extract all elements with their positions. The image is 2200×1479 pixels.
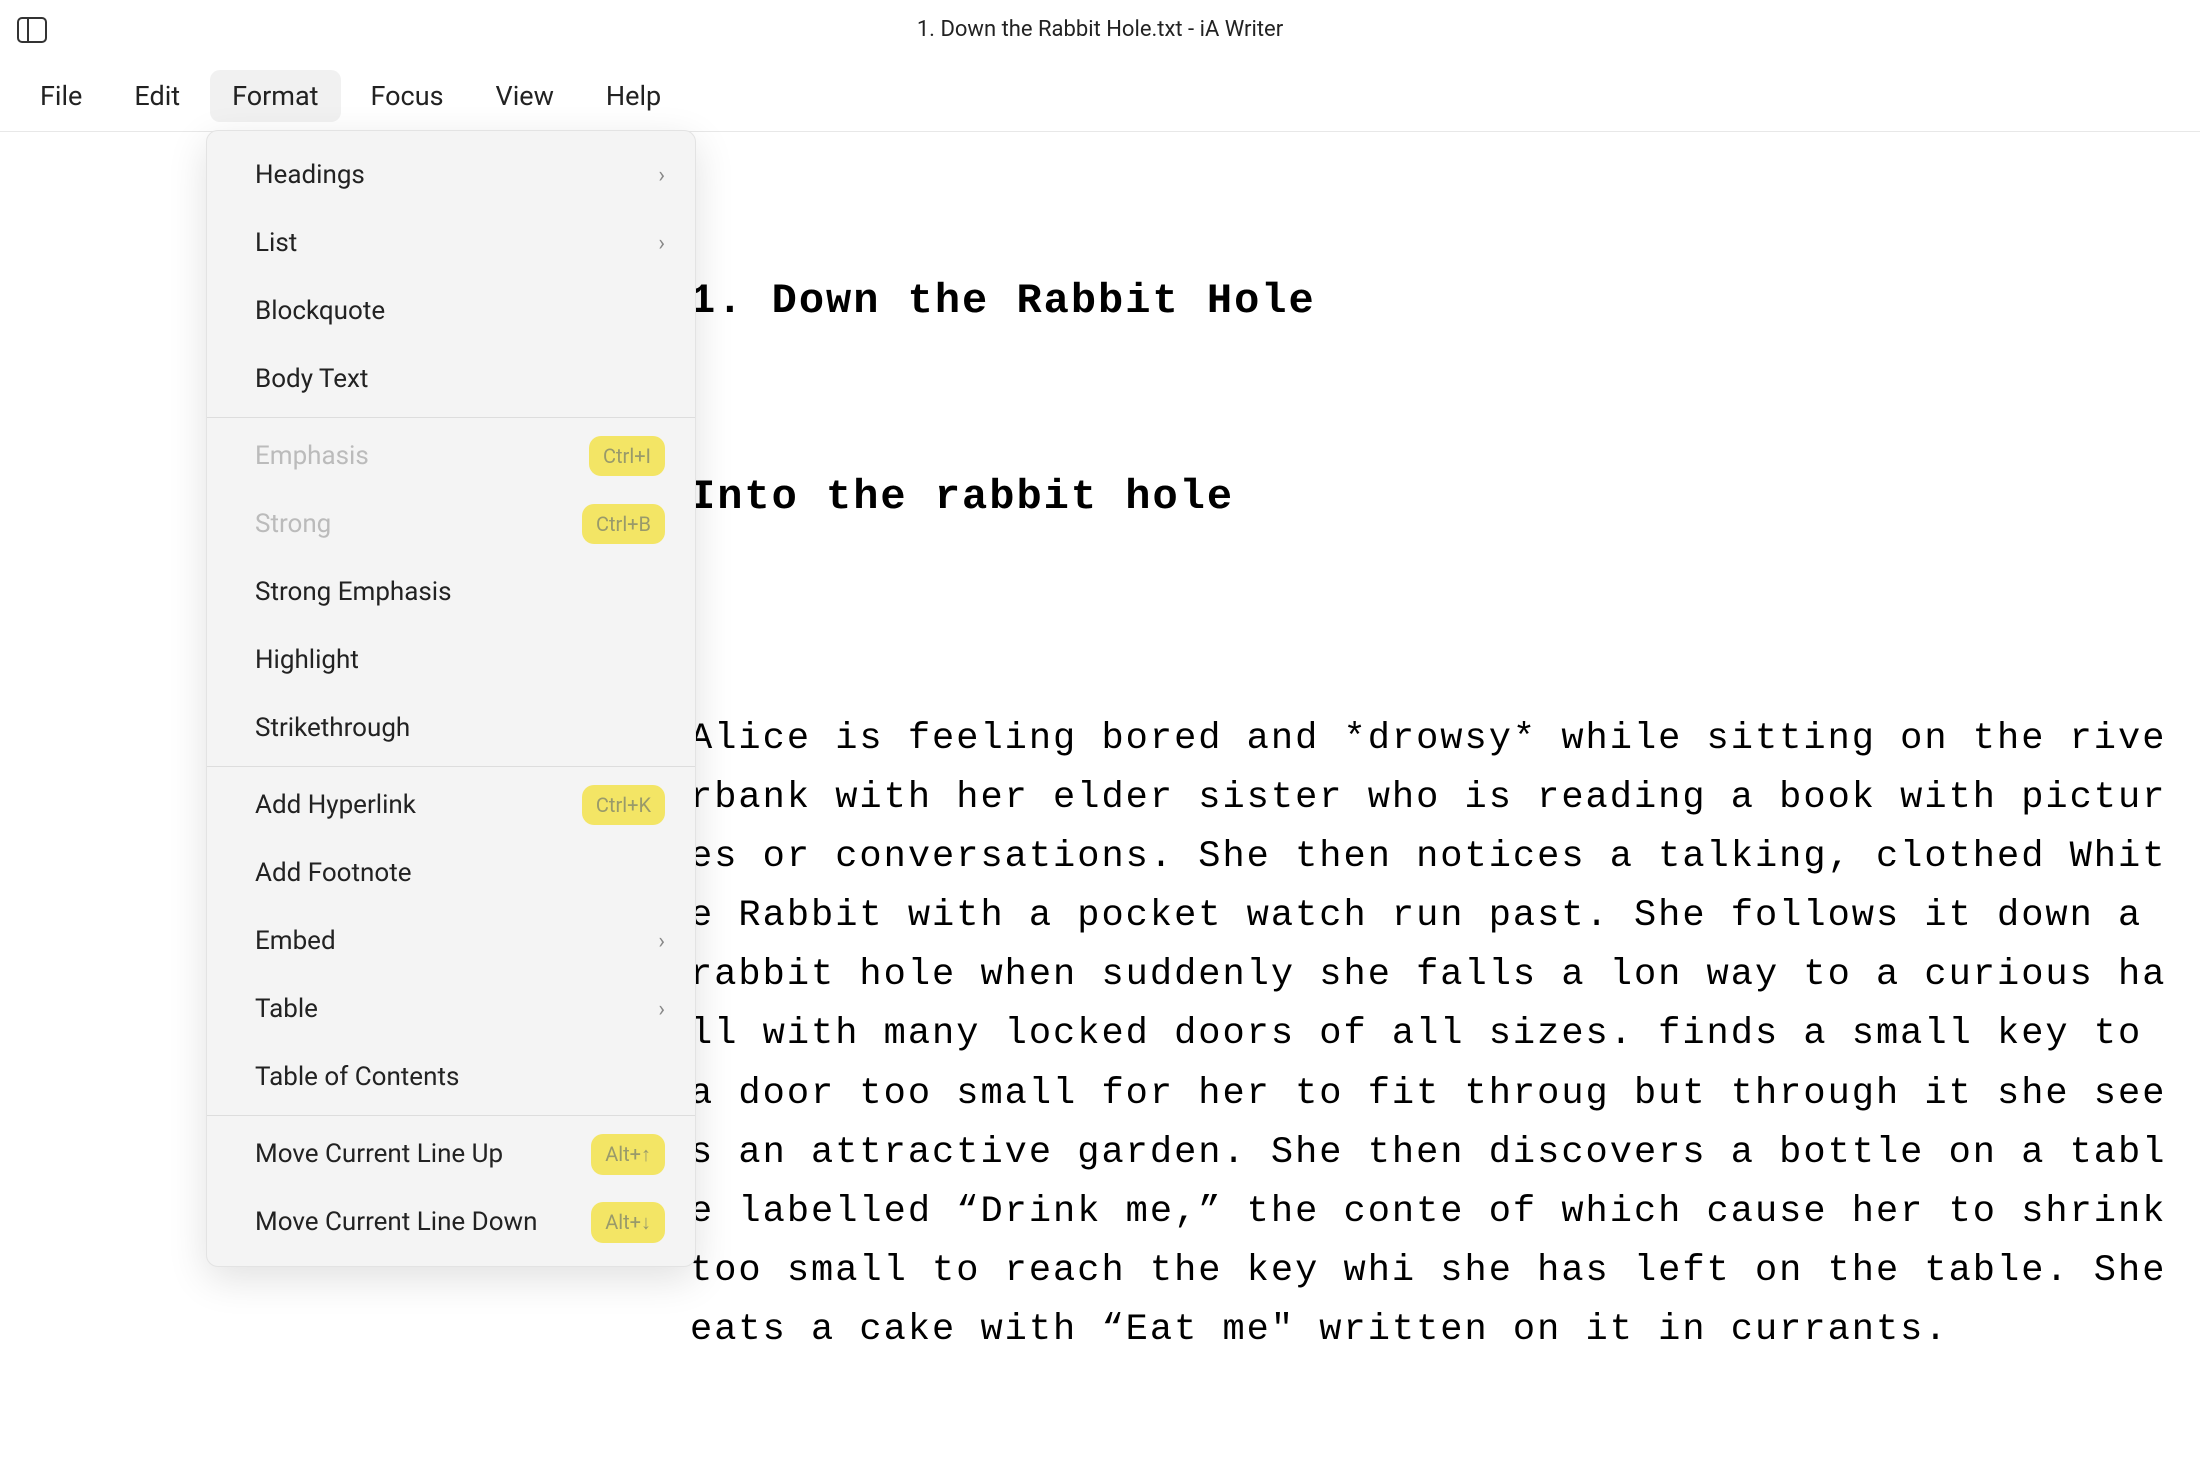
dd-body-text[interactable]: Body Text bbox=[207, 345, 695, 413]
dd-label: Highlight bbox=[255, 645, 359, 675]
menu-help[interactable]: Help bbox=[584, 70, 683, 122]
dd-label: Strikethrough bbox=[255, 713, 410, 743]
dd-label: Strong Emphasis bbox=[255, 577, 452, 607]
document-heading-2: Into the rabbit hole bbox=[690, 464, 2180, 531]
dd-strong[interactable]: Strong Ctrl+B bbox=[207, 490, 695, 558]
sidebar-toggle-button[interactable] bbox=[16, 16, 48, 44]
document-body: Alice is feeling bored and *drowsy* whil… bbox=[690, 710, 2180, 1361]
dd-label: Move Current Line Down bbox=[255, 1207, 537, 1237]
dd-list[interactable]: List › bbox=[207, 209, 695, 277]
menu-format[interactable]: Format bbox=[210, 70, 340, 122]
dd-label: Move Current Line Up bbox=[255, 1139, 503, 1169]
dd-divider bbox=[207, 1115, 695, 1116]
dd-label: Add Footnote bbox=[255, 858, 411, 888]
dd-label: Table of Contents bbox=[255, 1062, 459, 1092]
chevron-right-icon: › bbox=[658, 929, 665, 954]
dd-table-of-contents[interactable]: Table of Contents bbox=[207, 1043, 695, 1111]
menu-focus[interactable]: Focus bbox=[349, 70, 466, 122]
dd-embed[interactable]: Embed › bbox=[207, 907, 695, 975]
chevron-right-icon: › bbox=[658, 997, 665, 1022]
dd-move-line-down[interactable]: Move Current Line Down Alt+↓ bbox=[207, 1188, 695, 1256]
titlebar: 1. Down the Rabbit Hole.txt - iA Writer bbox=[0, 0, 2200, 60]
chevron-right-icon: › bbox=[658, 163, 665, 188]
dd-label: Table bbox=[255, 994, 318, 1024]
dd-label: Add Hyperlink bbox=[255, 790, 416, 820]
dd-label: List bbox=[255, 228, 297, 258]
dd-strikethrough[interactable]: Strikethrough bbox=[207, 694, 695, 762]
menu-view[interactable]: View bbox=[474, 70, 576, 122]
chevron-right-icon: › bbox=[658, 231, 665, 256]
dd-shortcut: Alt+↓ bbox=[591, 1202, 665, 1243]
dd-strong-emphasis[interactable]: Strong Emphasis bbox=[207, 558, 695, 626]
menu-edit[interactable]: Edit bbox=[112, 70, 202, 122]
dd-divider bbox=[207, 417, 695, 418]
dd-add-footnote[interactable]: Add Footnote bbox=[207, 839, 695, 907]
dd-highlight[interactable]: Highlight bbox=[207, 626, 695, 694]
dd-table[interactable]: Table › bbox=[207, 975, 695, 1043]
format-dropdown: Headings › List › Blockquote Body Text E… bbox=[206, 130, 696, 1267]
dd-add-hyperlink[interactable]: Add Hyperlink Ctrl+K bbox=[207, 771, 695, 839]
menubar: File Edit Format Focus View Help bbox=[0, 60, 2200, 132]
dd-blockquote[interactable]: Blockquote bbox=[207, 277, 695, 345]
dd-label: Body Text bbox=[255, 364, 368, 394]
menu-file[interactable]: File bbox=[18, 70, 104, 122]
window-title: 1. Down the Rabbit Hole.txt - iA Writer bbox=[917, 17, 1283, 42]
dd-shortcut: Alt+↑ bbox=[591, 1134, 665, 1175]
dd-emphasis[interactable]: Emphasis Ctrl+I bbox=[207, 422, 695, 490]
dd-label: Headings bbox=[255, 160, 365, 190]
dd-shortcut: Ctrl+K bbox=[582, 785, 665, 825]
dd-shortcut: Ctrl+I bbox=[589, 436, 665, 476]
dd-move-line-up[interactable]: Move Current Line Up Alt+↑ bbox=[207, 1120, 695, 1188]
dd-label: Strong bbox=[255, 509, 331, 539]
dd-label: Embed bbox=[255, 926, 336, 956]
dd-divider bbox=[207, 766, 695, 767]
dd-headings[interactable]: Headings › bbox=[207, 141, 695, 209]
document-heading-1: 1. Down the Rabbit Hole bbox=[690, 268, 2180, 335]
dd-label: Blockquote bbox=[255, 296, 385, 326]
dd-shortcut: Ctrl+B bbox=[582, 504, 665, 544]
dd-label: Emphasis bbox=[255, 441, 369, 471]
